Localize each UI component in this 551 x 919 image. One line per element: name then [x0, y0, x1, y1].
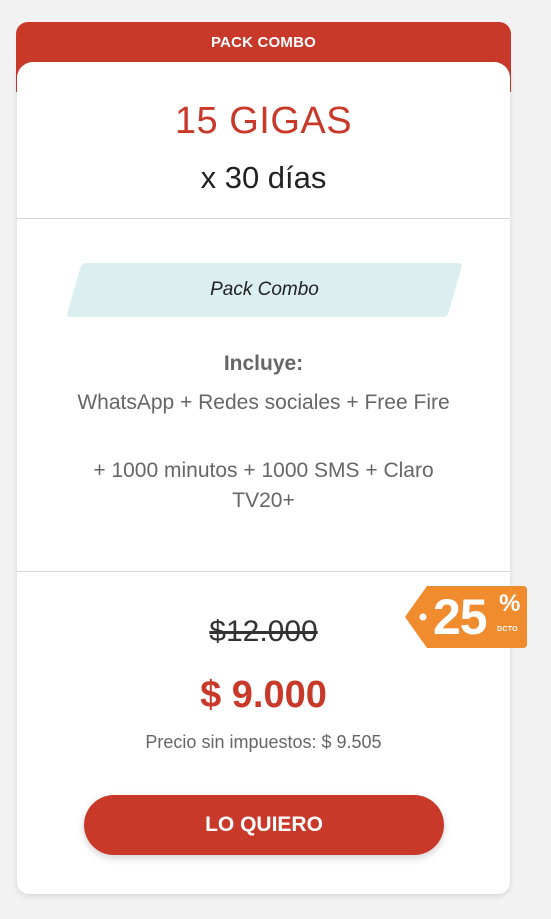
- ribbon-label: PACK COMBO: [210, 34, 317, 51]
- data-amount: 15 GIGAS: [174, 100, 353, 142]
- lo-quiero-button[interactable]: LO QUIERO: [84, 795, 444, 855]
- discount-caption: DCTO: [497, 626, 518, 633]
- plan-header: 15 GIGAS x 30 días: [17, 62, 510, 218]
- feature-item: + 1000 minutos + 1000 SMS + Claro TV20+: [93, 459, 434, 512]
- price-without-tax: Precio sin impuestos: $ 9.505: [145, 732, 382, 752]
- discount-badge: 25 % DCTO: [405, 586, 527, 648]
- includes-title: Incluye:: [223, 352, 304, 375]
- plan-card: 15 GIGAS x 30 días Pack Combo Incluye: W…: [17, 62, 510, 894]
- discount-percent-sign: %: [499, 590, 521, 617]
- discount-value: 25: [433, 589, 488, 645]
- divider: [17, 571, 510, 572]
- plan-card-wrapper: PACK COMBO 15 GIGAS x 30 días Pack Combo…: [16, 22, 511, 894]
- pack-tag-label: Pack Combo: [210, 279, 319, 300]
- feature-item: WhatsApp + Redes sociales + Free Fire: [77, 391, 450, 414]
- current-price: $ 9.000: [200, 674, 327, 716]
- pack-tag: Pack Combo: [66, 263, 463, 317]
- plan-duration: x 30 días: [200, 160, 327, 195]
- divider: [17, 218, 510, 219]
